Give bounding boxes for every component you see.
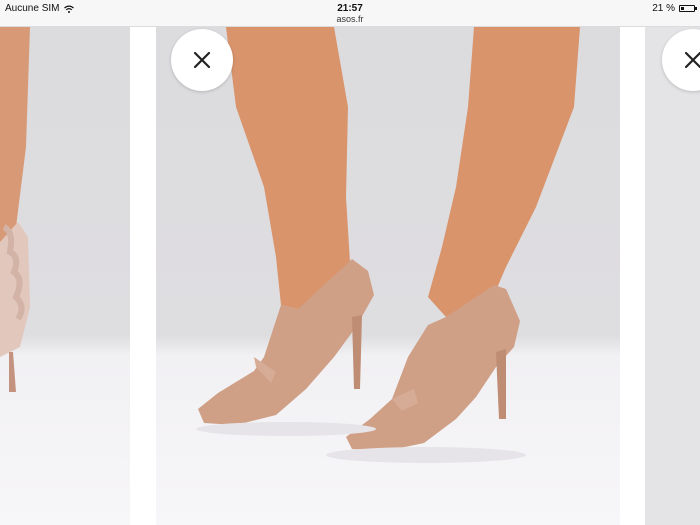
status-time: 21:57: [337, 3, 363, 14]
product-image-main[interactable]: [156, 27, 620, 525]
status-bar: Aucune SIM 21:57 asos.fr 21 %: [0, 0, 700, 27]
address-url[interactable]: asos.fr: [0, 14, 700, 24]
product-image-previous[interactable]: [0, 27, 130, 525]
product-image-carousel[interactable]: [0, 27, 700, 525]
close-icon: [193, 51, 211, 69]
product-image-next[interactable]: [645, 27, 700, 525]
close-icon: [684, 51, 700, 69]
battery-percent: 21 %: [652, 3, 675, 14]
shoe-photo-next: [645, 27, 700, 525]
battery-fill: [681, 7, 684, 10]
close-button[interactable]: [171, 29, 233, 91]
status-right: 21 %: [652, 3, 697, 14]
shoe-photo-main: [196, 27, 580, 463]
shoe-photo-previous: [0, 27, 30, 392]
battery-icon: [679, 5, 697, 12]
